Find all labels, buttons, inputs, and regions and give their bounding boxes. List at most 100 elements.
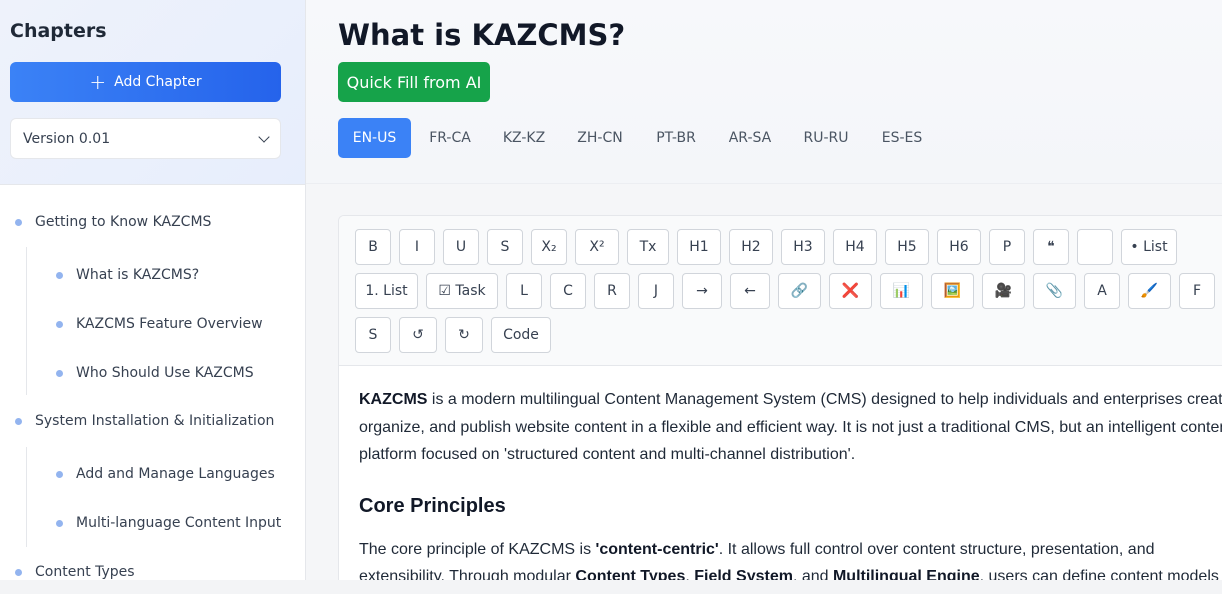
- bullet-icon: [15, 568, 22, 576]
- image-icon[interactable]: 🖼️: [931, 273, 974, 309]
- bold-button[interactable]: B: [355, 229, 391, 265]
- version-value: Version 0.01: [23, 130, 111, 147]
- table-icon[interactable]: 📊: [880, 273, 923, 309]
- plus-icon: +: [89, 70, 107, 94]
- brush-icon[interactable]: 🖌️: [1128, 273, 1171, 309]
- tab-ar-sa[interactable]: AR-SA: [720, 118, 780, 158]
- text-color-button[interactable]: A: [1084, 273, 1120, 309]
- tree-item-what-is-kazcms[interactable]: What is KAZCMS?: [56, 267, 199, 283]
- tree-item-getting-to-know[interactable]: Getting to Know KAZCMS: [15, 214, 211, 230]
- tree-item-label: Who Should Use KAZCMS: [76, 365, 254, 381]
- brand-name: KAZCMS: [359, 391, 428, 408]
- bullet-icon: [15, 417, 22, 425]
- tree-item-label: Add and Manage Languages: [76, 466, 275, 482]
- chapters-sidebar: Chapters + Add Chapter Version 0.01 Gett…: [0, 0, 306, 580]
- tree-item-installation[interactable]: System Installation & Initialization: [15, 413, 274, 429]
- text-run: The core principle of KAZCMS is: [359, 540, 596, 558]
- superscript-button[interactable]: X²: [575, 229, 619, 265]
- text-run: , users can define content models: [979, 568, 1219, 580]
- tree-branch-line: [26, 247, 27, 395]
- add-chapter-label: Add Chapter: [114, 74, 202, 90]
- align-right-button[interactable]: R: [594, 273, 630, 309]
- section-heading: Core Principles: [359, 494, 506, 517]
- chevron-down-icon: [258, 130, 270, 143]
- tree-item-label: Getting to Know KAZCMS: [35, 214, 212, 230]
- align-center-button[interactable]: C: [550, 273, 586, 309]
- h4-button[interactable]: H4: [833, 229, 877, 265]
- tab-kz-kz[interactable]: KZ-KZ: [494, 118, 554, 158]
- paragraph-button[interactable]: P: [989, 229, 1025, 265]
- tree-branch-line: [26, 447, 27, 547]
- bullet-icon: [15, 218, 22, 226]
- code-button[interactable]: Code: [491, 317, 551, 353]
- underline-button[interactable]: U: [443, 229, 479, 265]
- page-title: What is KAZCMS?: [338, 18, 626, 52]
- attachment-icon[interactable]: 📎: [1033, 273, 1076, 309]
- h2-button[interactable]: H2: [729, 229, 773, 265]
- h5-button[interactable]: H5: [885, 229, 929, 265]
- tree-item-label: KAZCMS Feature Overview: [76, 316, 263, 332]
- strike-button[interactable]: S: [487, 229, 523, 265]
- tree-item-label: Content Types: [35, 564, 135, 580]
- text-run: , and: [792, 568, 833, 580]
- bullet-icon: [56, 271, 63, 279]
- bold-run: Content Types: [575, 568, 686, 580]
- tree-item-content-types[interactable]: Content Types: [15, 564, 135, 580]
- bullet-icon: [56, 369, 63, 377]
- h1-button[interactable]: H1: [677, 229, 721, 265]
- indent-button[interactable]: →: [682, 273, 722, 309]
- add-chapter-button[interactable]: + Add Chapter: [10, 62, 281, 102]
- bold-run: Multilingual Engine: [832, 568, 980, 580]
- quote-button[interactable]: ❝: [1033, 229, 1069, 265]
- redo-icon[interactable]: ↻: [445, 317, 483, 353]
- tab-pt-br[interactable]: PT-BR: [646, 118, 706, 158]
- editor-content[interactable]: KAZCMS is a modern multilingual Content …: [359, 386, 1222, 580]
- intro-paragraph: KAZCMS is a modern multilingual Content …: [359, 386, 1222, 469]
- quick-fill-ai-button[interactable]: Quick Fill from AI: [338, 62, 490, 102]
- tab-ru-ru[interactable]: RU-RU: [796, 118, 856, 158]
- text-run: ,: [685, 568, 695, 580]
- tab-en-us[interactable]: EN-US: [338, 118, 411, 158]
- tree-item-label: Multi-language Content Input: [76, 515, 282, 531]
- tree-item-label: System Installation & Initialization: [35, 413, 275, 429]
- version-select[interactable]: Version 0.01: [10, 118, 281, 159]
- tab-es-es[interactable]: ES-ES: [872, 118, 932, 158]
- h6-button[interactable]: H6: [937, 229, 981, 265]
- outdent-button[interactable]: ←: [730, 273, 770, 309]
- tab-zh-cn[interactable]: ZH-CN: [570, 118, 630, 158]
- editor-toolbar: B I U S X₂ X² Tx H1 H2 H3 H4 H5 H6 P ❝ •…: [339, 216, 1222, 366]
- task-list-button[interactable]: ☑ Task: [426, 273, 498, 309]
- bullet-icon: [56, 470, 63, 478]
- tree-item-who-should-use[interactable]: Who Should Use KAZCMS: [56, 365, 254, 381]
- principles-paragraph: The core principle of KAZCMS is 'content…: [359, 536, 1222, 581]
- tree-item-manage-languages[interactable]: Add and Manage Languages: [56, 466, 275, 482]
- align-left-button[interactable]: L: [506, 273, 542, 309]
- sidebar-title: Chapters: [10, 20, 107, 42]
- bullet-icon: [56, 320, 63, 328]
- undo-icon[interactable]: ↺: [399, 317, 437, 353]
- justify-button[interactable]: J: [638, 273, 674, 309]
- tree-item-feature-overview[interactable]: KAZCMS Feature Overview: [56, 316, 263, 332]
- rich-text-editor: B I U S X₂ X² Tx H1 H2 H3 H4 H5 H6 P ❝ •…: [338, 215, 1222, 580]
- bullet-icon: [56, 519, 63, 527]
- font-button[interactable]: F: [1179, 273, 1215, 309]
- tree-item-multilanguage-input[interactable]: Multi-language Content Input: [56, 515, 281, 531]
- window-bottom-edge: [0, 580, 1222, 594]
- size-button[interactable]: S: [355, 317, 391, 353]
- bullet-list-button[interactable]: • List: [1121, 229, 1177, 265]
- tab-fr-ca[interactable]: FR-CA: [420, 118, 480, 158]
- clear-format-button[interactable]: Tx: [627, 229, 669, 265]
- tree-item-label: What is KAZCMS?: [76, 267, 200, 283]
- bold-run: Field System: [694, 568, 793, 580]
- ordered-list-button[interactable]: 1. List: [355, 273, 418, 309]
- blank-button[interactable]: [1077, 229, 1113, 265]
- intro-text: is a modern multilingual Content Managem…: [359, 391, 1222, 463]
- main-panel: What is KAZCMS? Quick Fill from AI EN-US…: [306, 0, 1222, 580]
- subscript-button[interactable]: X₂: [531, 229, 567, 265]
- italic-button[interactable]: I: [399, 229, 435, 265]
- unlink-icon[interactable]: ❌: [829, 273, 872, 309]
- video-icon[interactable]: 🎥: [982, 273, 1025, 309]
- bold-run: 'content-centric': [595, 540, 719, 558]
- h3-button[interactable]: H3: [781, 229, 825, 265]
- link-icon[interactable]: 🔗: [778, 273, 821, 309]
